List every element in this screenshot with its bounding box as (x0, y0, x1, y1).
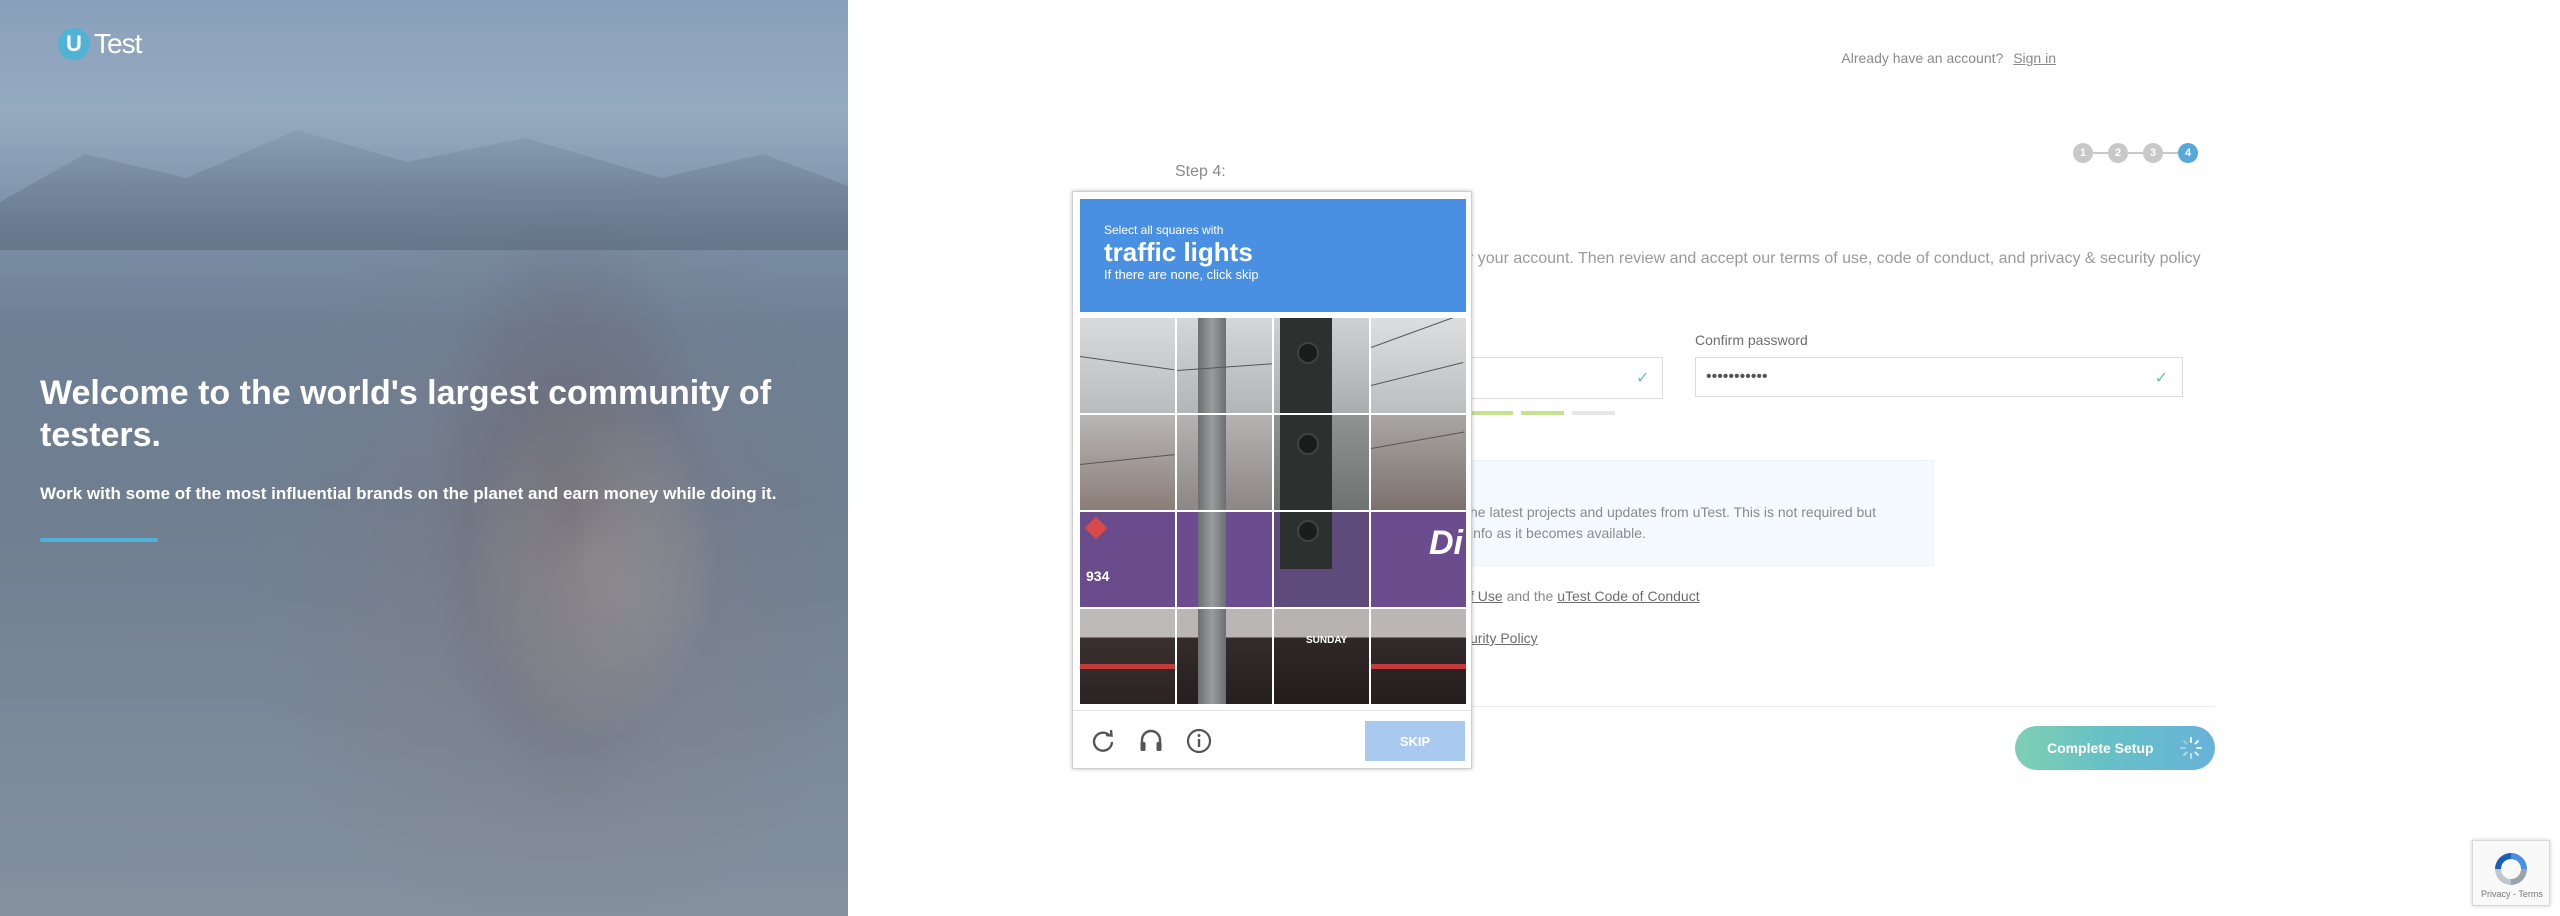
terms-of-use-link[interactable]: f Use (1470, 588, 1503, 604)
strength-segment (1470, 411, 1513, 415)
reload-icon[interactable] (1089, 727, 1117, 755)
hero-overlay (0, 0, 848, 916)
progress-stepper: 1 2 3 4 (2073, 143, 2198, 163)
hero-accent-bar (40, 538, 158, 542)
captcha-challenge: Select all squares with traffic lights I… (1072, 191, 1472, 769)
tile-banner-text: SUNDAY (1306, 635, 1348, 646)
captcha-tile[interactable] (1274, 318, 1369, 413)
code-of-conduct-link[interactable]: uTest Code of Conduct (1557, 588, 1699, 604)
captcha-tile[interactable] (1080, 415, 1175, 510)
logo-text: Test (94, 28, 142, 59)
utest-logo[interactable]: U Test (58, 28, 142, 60)
step-4-current: 4 (2178, 143, 2198, 163)
strength-segment (1572, 411, 1615, 415)
strength-segment (1521, 411, 1564, 415)
check-icon: ✓ (1636, 370, 1650, 387)
signin-prompt-text: Already have an account? (1841, 50, 2004, 66)
confirm-password-value: ••••••••••• (1706, 368, 1768, 385)
captcha-tile[interactable] (1177, 415, 1272, 510)
step-2: 2 (2108, 143, 2128, 163)
step-connector (2093, 152, 2108, 154)
captcha-image-grid: 934 Di SUNDAY (1080, 318, 1466, 704)
captcha-header: Select all squares with traffic lights I… (1080, 199, 1466, 312)
agree-terms-connector: and the (1502, 588, 1558, 604)
agree-terms-row: f Use and the uTest Code of Conduct (1470, 588, 1700, 604)
check-icon: ✓ (2154, 370, 2168, 387)
captcha-instruction: Select all squares with (1104, 223, 1224, 237)
step-connector (2128, 152, 2143, 154)
privacy-security-policy-link[interactable]: urity Policy (1470, 630, 1538, 646)
step-label: Step 4: (1175, 163, 1226, 180)
hero-panel: U Test Welcome to the world's largest co… (0, 0, 848, 916)
tile-number-text: 934 (1086, 568, 1110, 584)
captcha-target: traffic lights (1104, 237, 1253, 267)
hero-title: Welcome to the world's largest community… (40, 374, 772, 454)
captcha-tile[interactable] (1177, 609, 1272, 704)
captcha-tile[interactable] (1371, 415, 1466, 510)
step-3: 3 (2143, 143, 2163, 163)
captcha-tile[interactable] (1080, 318, 1175, 413)
confirm-password-field[interactable]: ••••••••••• ✓ (1695, 357, 2183, 397)
recaptcha-badge[interactable]: Privacy - Terms (2472, 840, 2550, 906)
skip-button[interactable]: SKIP (1365, 721, 1465, 761)
confirm-password-label: Confirm password (1695, 332, 1808, 348)
captcha-footer: SKIP (1073, 710, 1471, 769)
recaptcha-logo-icon (2495, 853, 2527, 885)
password-strength-meter (1470, 411, 1615, 415)
hero-subtitle: Work with some of the most influential b… (40, 484, 777, 503)
step-1: 1 (2073, 143, 2093, 163)
complete-setup-label: Complete Setup (2047, 740, 2154, 756)
recaptcha-links[interactable]: Privacy - Terms (2481, 889, 2543, 899)
captcha-tile[interactable]: 934 (1080, 512, 1175, 607)
info-icon[interactable] (1185, 727, 1213, 755)
captcha-tile[interactable] (1177, 318, 1272, 413)
signin-prompt: Already have an account? Sign in (1841, 50, 2056, 66)
password-field[interactable]: ✓ (1440, 357, 1663, 399)
captcha-tile[interactable] (1080, 609, 1175, 704)
captcha-tile[interactable] (1274, 512, 1369, 607)
agree-privacy-row: urity Policy (1470, 630, 1538, 646)
loading-spinner-icon (2180, 737, 2202, 759)
captcha-tile[interactable] (1274, 415, 1369, 510)
tile-sign-text: Di (1429, 524, 1463, 562)
captcha-tile[interactable]: SUNDAY (1274, 609, 1369, 704)
captcha-tile[interactable]: Di (1371, 512, 1466, 607)
step-connector (2163, 152, 2178, 154)
captcha-tile[interactable] (1371, 609, 1466, 704)
complete-setup-button[interactable]: Complete Setup (2015, 726, 2215, 770)
captcha-tile[interactable] (1177, 512, 1272, 607)
signin-link[interactable]: Sign in (2013, 50, 2056, 66)
captcha-hint: If there are none, click skip (1104, 267, 1259, 282)
logo-badge: U (58, 28, 90, 60)
audio-icon[interactable] (1137, 727, 1165, 755)
step-intro-text: r your account. Then review and accept o… (1468, 250, 2201, 267)
newsletter-info-text: he latest projects and updates from uTes… (1470, 504, 1876, 541)
captcha-tile[interactable] (1371, 318, 1466, 413)
